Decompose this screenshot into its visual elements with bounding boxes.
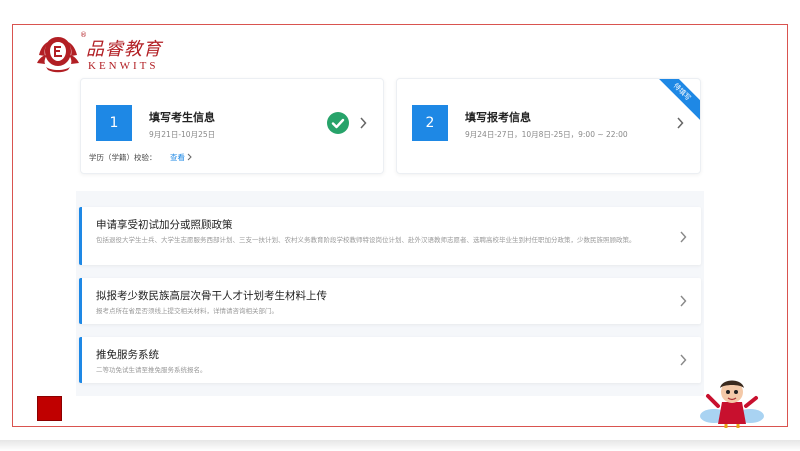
bottom-shadow (0, 440, 800, 451)
red-square-widget[interactable] (37, 396, 62, 421)
policy-desc: 包括退役大学生士兵、大学生志愿服务西部计划、三支一扶计划、农村义务教育阶段学校教… (96, 236, 636, 244)
policy-title: 拟报考少数民族高层次骨干人才计划考生材料上传 (96, 290, 327, 302)
step-date: 9月24日-27日，10月8日-25日，9:00 ~ 22:00 (465, 130, 628, 139)
step-card-student-info[interactable]: 1 填写考生信息 9月21日-10月25日 学历（学籍）校验： 查看 (80, 78, 384, 174)
chevron-right-icon[interactable] (187, 153, 192, 161)
chevron-right-icon[interactable] (679, 295, 687, 307)
policy-title: 推免服务系统 (96, 349, 159, 361)
policy-desc: 报考点所在省是否须线上提交相关材料，详情请咨询相关部门。 (96, 307, 278, 315)
policy-item-minority-upload[interactable]: 拟报考少数民族高层次骨干人才计划考生材料上传 报考点所在省是否须线上提交相关材料… (79, 278, 701, 324)
mascot-icon (700, 380, 764, 428)
logo-emblem-icon (37, 37, 79, 73)
check-circle-icon (327, 112, 349, 134)
policy-item-recommendation-system[interactable]: 推免服务系统 二等功免试生请至推免服务系统报名。 (79, 337, 701, 383)
education-verify-row: 学历（学籍）校验： 查看 (81, 150, 383, 164)
brand-name-en: KENWITS (88, 60, 159, 72)
step-number: 1 (96, 105, 132, 141)
policy-desc: 二等功免试生请至推免服务系统报名。 (96, 366, 207, 374)
policy-item-bonus-points[interactable]: 申请享受初试加分或照顾政策 包括退役大学生士兵、大学生志愿服务西部计划、三支一扶… (79, 207, 701, 265)
chevron-right-icon[interactable] (679, 354, 687, 366)
step-card-application-info[interactable]: 待填写 2 填写报考信息 9月24日-27日，10月8日-25日，9:00 ~ … (396, 78, 701, 174)
step-title: 填写考生信息 (149, 111, 215, 124)
verify-view-link[interactable]: 查看 (170, 152, 185, 163)
step-number: 2 (412, 105, 448, 141)
chevron-right-icon[interactable] (679, 231, 687, 243)
chevron-right-icon[interactable] (359, 117, 367, 129)
step-title: 填写报考信息 (465, 111, 531, 124)
brand-name-cn: 品睿教育 (86, 39, 162, 60)
brand-logo[interactable]: ® 品睿教育 KENWITS (36, 31, 176, 75)
verify-label: 学历（学籍）校验： (89, 153, 157, 162)
step-date: 9月21日-10月25日 (149, 130, 216, 139)
chevron-right-icon[interactable] (676, 117, 684, 129)
pending-badge: 待填写 (648, 79, 700, 126)
policy-title: 申请享受初试加分或照顾政策 (96, 219, 233, 231)
